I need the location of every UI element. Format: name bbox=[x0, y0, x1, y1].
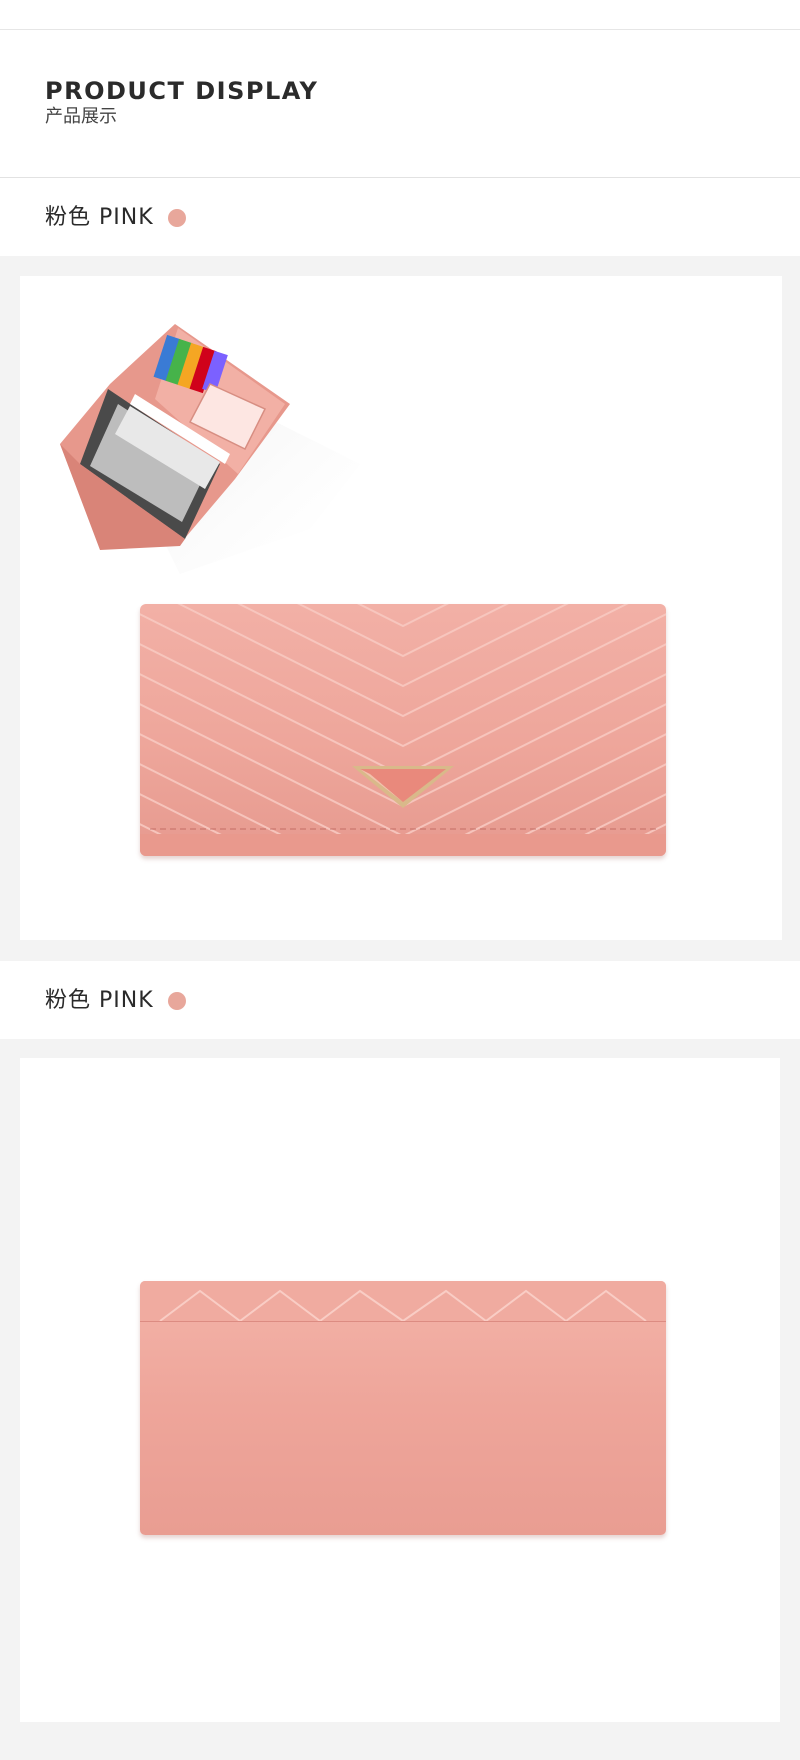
header-divider bbox=[0, 177, 800, 178]
triangle-clasp-icon bbox=[352, 766, 454, 808]
variant-label-2: 粉色 PINK bbox=[45, 988, 186, 1014]
variant-label-1: 粉色 PINK bbox=[45, 205, 186, 231]
variant-name: 粉色 PINK bbox=[45, 205, 154, 230]
section-subtitle: 产品展示 bbox=[45, 106, 117, 127]
open-wallet-image bbox=[60, 324, 360, 574]
section-header: PRODUCT DISPLAY 产品展示 bbox=[45, 76, 318, 128]
variant-name: 粉色 PINK bbox=[45, 988, 154, 1013]
flap-pattern bbox=[159, 1289, 647, 1321]
top-divider bbox=[0, 29, 800, 30]
color-swatch bbox=[167, 209, 186, 227]
wallet-front-image bbox=[140, 604, 666, 856]
color-swatch bbox=[167, 992, 186, 1010]
wallet-back-image bbox=[140, 1281, 666, 1535]
section-title: PRODUCT DISPLAY bbox=[45, 77, 319, 105]
